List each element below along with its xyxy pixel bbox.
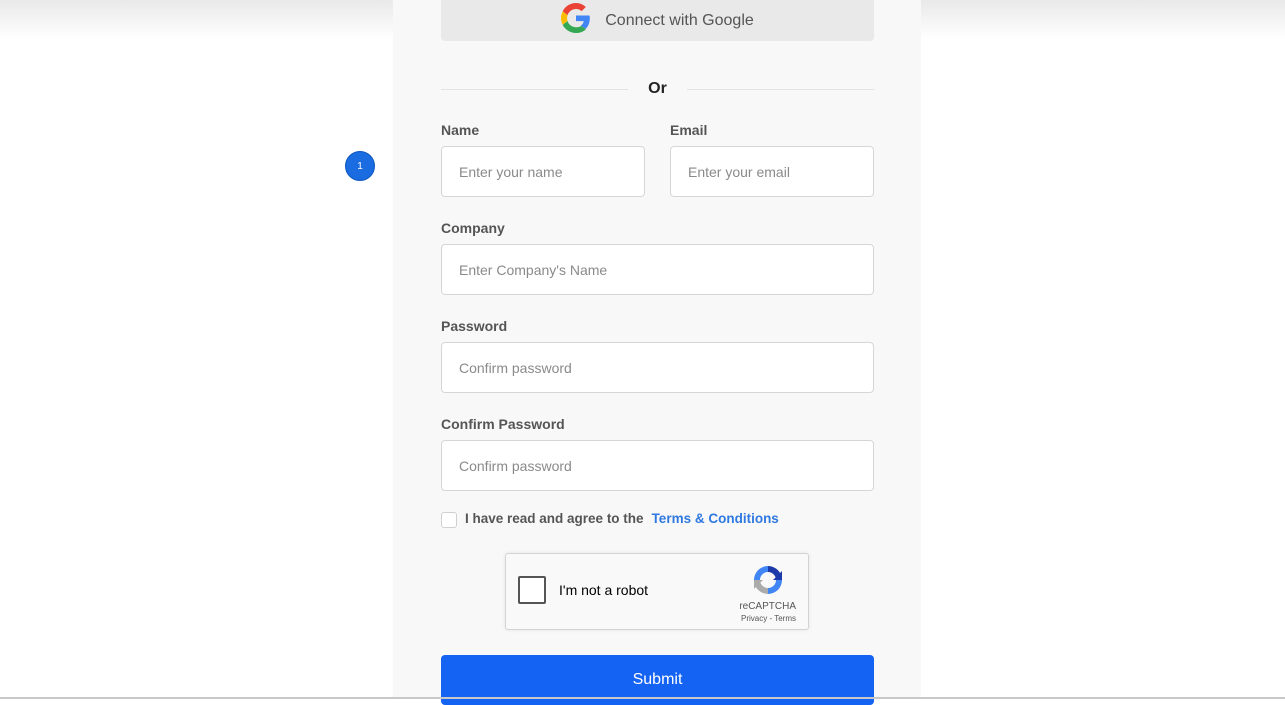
email-input[interactable] <box>670 146 874 197</box>
recaptcha-logo-icon <box>751 563 785 597</box>
email-label: Email <box>670 122 708 138</box>
or-label: Or <box>648 80 667 97</box>
name-input[interactable] <box>441 146 645 197</box>
recaptcha-privacy-terms[interactable]: Privacy - Terms <box>741 614 796 623</box>
terms-conditions-link[interactable]: Terms & Conditions <box>652 511 779 526</box>
recaptcha-checkbox[interactable] <box>518 576 546 604</box>
recaptcha-label: I'm not a robot <box>559 582 649 598</box>
password-label: Password <box>441 318 508 334</box>
terms-agreement: I have read and agree to the Terms & Con… <box>441 508 779 528</box>
confirm-password-label: Confirm Password <box>441 416 565 432</box>
recaptcha-brand: reCAPTCHA <box>739 601 796 612</box>
company-label: Company <box>441 220 505 236</box>
step-badge[interactable]: 1 <box>345 151 375 181</box>
terms-agreement-text: I have read and agree to the <box>465 510 644 526</box>
name-label: Name <box>441 122 480 138</box>
or-divider: Or <box>441 78 875 100</box>
confirm-password-input[interactable] <box>441 440 874 491</box>
divider-line-left <box>441 88 629 90</box>
password-input[interactable] <box>441 342 874 393</box>
connect-google-button[interactable]: Connect with Google <box>441 0 874 41</box>
divider-line-right <box>686 88 875 90</box>
google-logo-icon <box>561 3 591 38</box>
terms-checkbox[interactable] <box>441 512 457 528</box>
recaptcha-widget: I'm not a robot reCAPTCHA Privacy - Term… <box>505 553 809 630</box>
company-input[interactable] <box>441 244 874 295</box>
connect-google-label: Connect with Google <box>605 11 754 29</box>
